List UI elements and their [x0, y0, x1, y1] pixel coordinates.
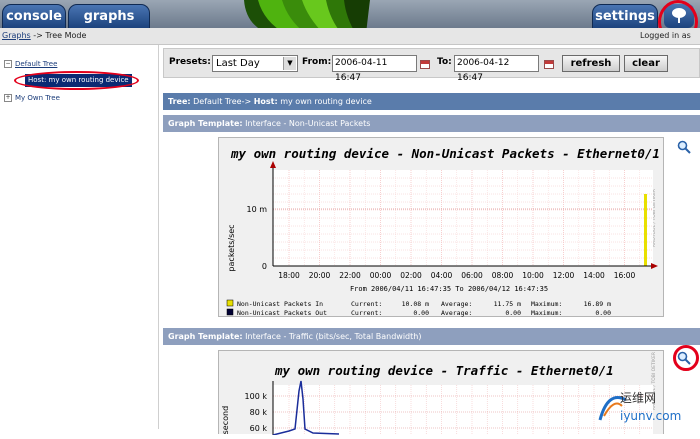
graph-template-label: Graph Template: — [168, 332, 243, 341]
legend-swatch-in — [226, 299, 234, 307]
logged-in-text: Logged in as — [640, 31, 691, 40]
graph-title: my own routing device - Non-Unicast Pack… — [230, 146, 660, 161]
x-axis-arrow — [651, 263, 658, 269]
main-content: Presets: Last Day ▼ From: 2006-04-11 16:… — [161, 45, 700, 439]
x-tick-label: 22:00 — [339, 271, 361, 280]
date-range-text: From 2006/04/11 16:47:35 To 2006/04/12 1… — [350, 285, 548, 293]
y-tick-label: 0 — [262, 262, 267, 271]
y-axis-label: r second — [221, 406, 230, 435]
legend-maximum-value: 0.00 — [595, 309, 611, 317]
graph-template-value: Interface - Non-Unicast Packets — [245, 119, 371, 128]
legend-current-value: 10.08 m — [402, 300, 429, 308]
calendar-icon[interactable] — [420, 60, 430, 69]
host-label: Host: — [253, 97, 278, 106]
legend-name-in: Non-Unicast Packets In — [237, 300, 323, 308]
breadcrumb-bar: Graphs -> Tree Mode Logged in as — [0, 28, 700, 45]
legend-average-label: Average: — [441, 309, 472, 317]
legend-average-value: 11.75 m — [494, 300, 521, 308]
x-tick-label: 02:00 — [400, 271, 422, 280]
graph-template-value: Interface - Traffic (bits/sec, Total Ban… — [245, 332, 422, 341]
legend-swatch-out — [226, 308, 234, 316]
graph-template-header-2: Graph Template: Interface - Traffic (bit… — [163, 328, 700, 345]
breadcrumb: Graphs -> Tree Mode — [2, 28, 86, 44]
y-tick-label: 10 m — [246, 205, 267, 214]
refresh-button[interactable]: refresh — [562, 55, 620, 72]
presets-value: Last Day — [216, 58, 260, 69]
graph-template-header-1: Graph Template: Interface - Non-Unicast … — [163, 115, 700, 132]
breadcrumb-graphs-link[interactable]: Graphs — [2, 31, 31, 40]
y-tick-label: 100 k — [245, 392, 268, 401]
zoom-icon[interactable] — [677, 140, 691, 154]
presets-select[interactable]: Last Day ▼ — [212, 55, 298, 72]
x-tick-label: 16:00 — [614, 271, 636, 280]
legend-name-out: Non-Unicast Packets Out — [237, 309, 327, 317]
x-tick-label: 14:00 — [583, 271, 605, 280]
from-date-input[interactable]: 2006-04-11 16:47 — [332, 55, 417, 83]
to-date-input[interactable]: 2006-04-12 16:47 — [454, 55, 539, 83]
tree-location-header: Tree: Default Tree-> Host: my own routin… — [163, 93, 700, 110]
highlight-ring-zoom — [673, 345, 699, 371]
timespan-filter-bar: Presets: Last Day ▼ From: 2006-04-11 16:… — [163, 48, 700, 83]
presets-label: Presets: — [169, 57, 211, 67]
legend-average-label: Average: — [441, 300, 472, 308]
y-tick-label: 80 k — [250, 408, 268, 417]
legend-current-label: Current: — [351, 309, 382, 317]
legend-maximum-value: 16.89 m — [584, 300, 611, 308]
tab-console[interactable]: console — [2, 4, 66, 28]
x-tick-label: 00:00 — [370, 271, 392, 280]
legend-current-value: 0.00 — [413, 309, 429, 317]
graph-title: my own routing device - Traffic - Ethern… — [274, 363, 614, 378]
from-label: From: — [302, 57, 332, 67]
x-tick-label: 08:00 — [492, 271, 514, 280]
graph-panel-1: my own routing device - Non-Unicast Pack… — [163, 132, 700, 322]
tree-item-my-own-tree[interactable]: My Own Tree — [15, 94, 60, 102]
chevron-down-icon: ▼ — [283, 57, 296, 70]
series-bar-non-unicast-in — [644, 194, 647, 266]
tab-settings[interactable]: settings — [592, 4, 658, 28]
expand-toggle[interactable]: + — [4, 94, 12, 102]
legend-maximum-label: Maximum: — [531, 300, 562, 308]
tree-item-default-tree[interactable]: Default Tree — [15, 60, 57, 68]
to-label: To: — [437, 57, 452, 67]
breadcrumb-current: Tree Mode — [45, 31, 87, 40]
non-unicast-graph: my own routing device - Non-Unicast Pack… — [226, 146, 660, 317]
tree-value: Default Tree-> — [193, 97, 252, 106]
graph-template-label: Graph Template: — [168, 119, 243, 128]
x-tick-label: 04:00 — [431, 271, 453, 280]
y-axis-label: packets/sec — [227, 224, 236, 271]
graph-image-non-unicast[interactable]: my own routing device - Non-Unicast Pack… — [218, 137, 664, 317]
x-tick-labels: 18:00 20:00 22:00 00:00 02:00 04:00 06:00 08:00… — [278, 271, 635, 280]
x-tick-label: 06:00 — [461, 271, 483, 280]
legend-maximum-label: Maximum: — [531, 309, 562, 317]
collapse-toggle[interactable]: − — [4, 60, 12, 68]
clear-button[interactable]: clear — [624, 55, 668, 72]
watermark-url: iyunv.com — [620, 409, 682, 423]
graph-tree-sidebar: − Default Tree Host: my own routing devi… — [0, 45, 159, 429]
x-tick-label: 18:00 — [278, 271, 300, 280]
y-axis-arrow — [270, 161, 276, 168]
host-value: my own routing device — [280, 97, 372, 106]
tree-label: Tree: — [168, 97, 191, 106]
legend-average-value: 0.00 — [505, 309, 521, 317]
highlight-ring-host — [14, 71, 139, 90]
x-tick-label: 12:00 — [553, 271, 575, 280]
x-tick-label: 10:00 — [522, 271, 544, 280]
watermark-text: 运维网 — [620, 391, 657, 405]
breadcrumb-separator: -> — [33, 31, 43, 40]
legend-current-label: Current: — [351, 300, 382, 308]
calendar-icon[interactable] — [544, 60, 554, 69]
tab-graphs[interactable]: graphs — [68, 4, 150, 28]
x-tick-label: 20:00 — [309, 271, 331, 280]
